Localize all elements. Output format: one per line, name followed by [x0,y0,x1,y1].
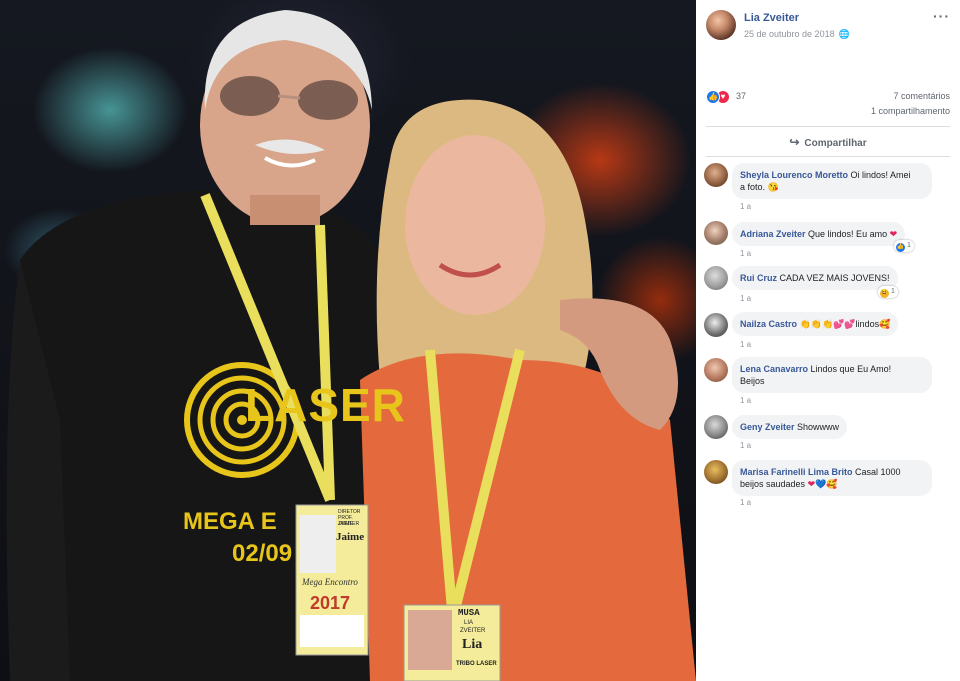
badge-right: MUSA LIA ZVEITER Lia TRIBO LASER [404,605,500,681]
comment-text: 👏👏👏💕💕lindos🥰 [797,319,891,329]
badge-right-sub2: ZVEITER [460,628,486,634]
globe-icon: 🌐 [838,29,850,39]
post-photo[interactable]: LASER MEGA E 02/09 DIRETOR PROF. JAIME Z… [0,0,696,681]
like-reaction-icon: 👍 [706,90,720,104]
comment-bubble: Marisa Farinelli Lima Brito Casal 1000 b… [732,460,932,496]
author-name[interactable]: Lia Zveiter [744,12,799,24]
comment-bubble: Sheyla Lourenco Moretto Oi lindos! Amei … [732,163,932,199]
reaction-stats: 👍 ♥ 37 7 comentários 1 compartilhamento [706,88,950,124]
commenter-avatar[interactable] [704,266,728,290]
comment-text: Casal 1000 [852,467,901,477]
comment-text: Showwww [794,422,840,432]
share-label: Compartilhar [804,138,867,149]
share-icon: ↪ [789,135,800,149]
badge-left-event: Mega Encontro [302,577,358,587]
comment-author[interactable]: Adriana Zveiter [740,229,806,239]
comment-reaction-badge[interactable]: 👍 1 [894,240,914,252]
commenter-avatar[interactable] [704,415,728,439]
commenter-avatar[interactable] [704,221,728,245]
reactions-count[interactable]: 37 [736,91,746,101]
comment-text: Oi lindos! Amei [848,170,911,180]
comment-text-2: beijos saudades [740,479,808,489]
badge-right-brand: TRIBO LASER [456,661,497,667]
comment-reaction-count: 1 [906,242,911,249]
comment-reaction-count: 1 [890,288,895,295]
haha-reaction-icon: 😆 [880,289,889,298]
commenter-avatar[interactable] [704,163,728,187]
badge-left: DIRETOR PROF. JAIME ZVEITER Jaime Mega E… [296,505,368,655]
comment-time[interactable]: 1 a [740,396,751,405]
like-reaction-icon: 👍 [896,243,905,252]
comment-bubble: Lena Canavarro Lindos que Eu Amo! Beijos [732,357,932,393]
comment-text-2: Beijos [740,376,765,386]
comment-text: Lindos que Eu Amo! [808,364,892,374]
badge-left-role3: ZVEITER [338,521,360,527]
comment-text-2: a foto. 😘 [740,182,779,192]
post-details-panel: Lia Zveiter 25 de outubro de 2018 🌐 ··· 👍… [696,0,960,681]
comment-time[interactable]: 1 a [740,498,751,507]
commenter-avatar[interactable] [704,313,728,337]
comment-time[interactable]: 1 a [740,441,751,450]
comment-author[interactable]: Rui Cruz [740,273,777,283]
badge-right-title: MUSA [458,608,480,618]
shirt-brand-text: LASER [245,379,406,431]
shirt-date-text: 02/09 [232,540,293,567]
badge-right-sub1: LIA [464,620,474,626]
share-button[interactable]: ↪ Compartilhar [706,130,950,154]
commenter-avatar[interactable] [704,358,728,382]
badge-right-name: Lia [462,637,483,652]
comments-count[interactable]: 7 comentários [893,91,950,101]
more-options-icon[interactable]: ··· [933,8,950,24]
comment-author[interactable]: Sheyla Lourenco Moretto [740,170,848,180]
badge-left-year: 2017 [310,593,351,613]
divider [706,126,950,127]
comment-time[interactable]: 1 a [740,202,751,211]
comment-author[interactable]: Geny Zveiter [740,422,795,432]
comment-text: CADA VEZ MAIS JOVENS! [777,273,890,283]
comment-emoji: ❤💙🥰 [807,479,838,489]
reaction-icons[interactable]: 👍 ♥ [706,90,736,104]
comment-author[interactable]: Lena Canavarro [740,364,808,374]
shares-count[interactable]: 1 compartilhamento [871,106,950,116]
comment-bubble: Rui Cruz CADA VEZ MAIS JOVENS! [732,266,898,290]
comment-reaction-badge[interactable]: 😆 1 [878,286,898,298]
post-date-text[interactable]: 25 de outubro de 2018 [744,29,835,39]
post-date[interactable]: 25 de outubro de 2018 🌐 [744,29,850,40]
comment-bubble: Nailza Castro 👏👏👏💕💕lindos🥰 [732,312,899,336]
post-header: Lia Zveiter 25 de outubro de 2018 🌐 ··· [696,0,960,60]
comment-time[interactable]: 1 a [740,249,751,258]
comment-time[interactable]: 1 a [740,340,751,349]
comment-time[interactable]: 1 a [740,294,751,303]
red-heart-emoji: ❤ [889,229,898,239]
comment-author[interactable]: Marisa Farinelli Lima Brito [740,467,853,477]
divider [706,156,950,157]
commenter-avatar[interactable] [704,460,728,484]
comment-bubble: Adriana Zveiter Que lindos! Eu amo ❤ [732,222,906,246]
author-avatar[interactable] [706,10,736,40]
shirt-line2-text: MEGA E [183,508,277,535]
comment-text: Que lindos! Eu amo [805,229,890,239]
badge-left-name: Jaime [336,531,365,543]
comment-author[interactable]: Nailza Castro [740,319,797,329]
comment-bubble: Geny Zveiter Showwww [732,415,848,439]
